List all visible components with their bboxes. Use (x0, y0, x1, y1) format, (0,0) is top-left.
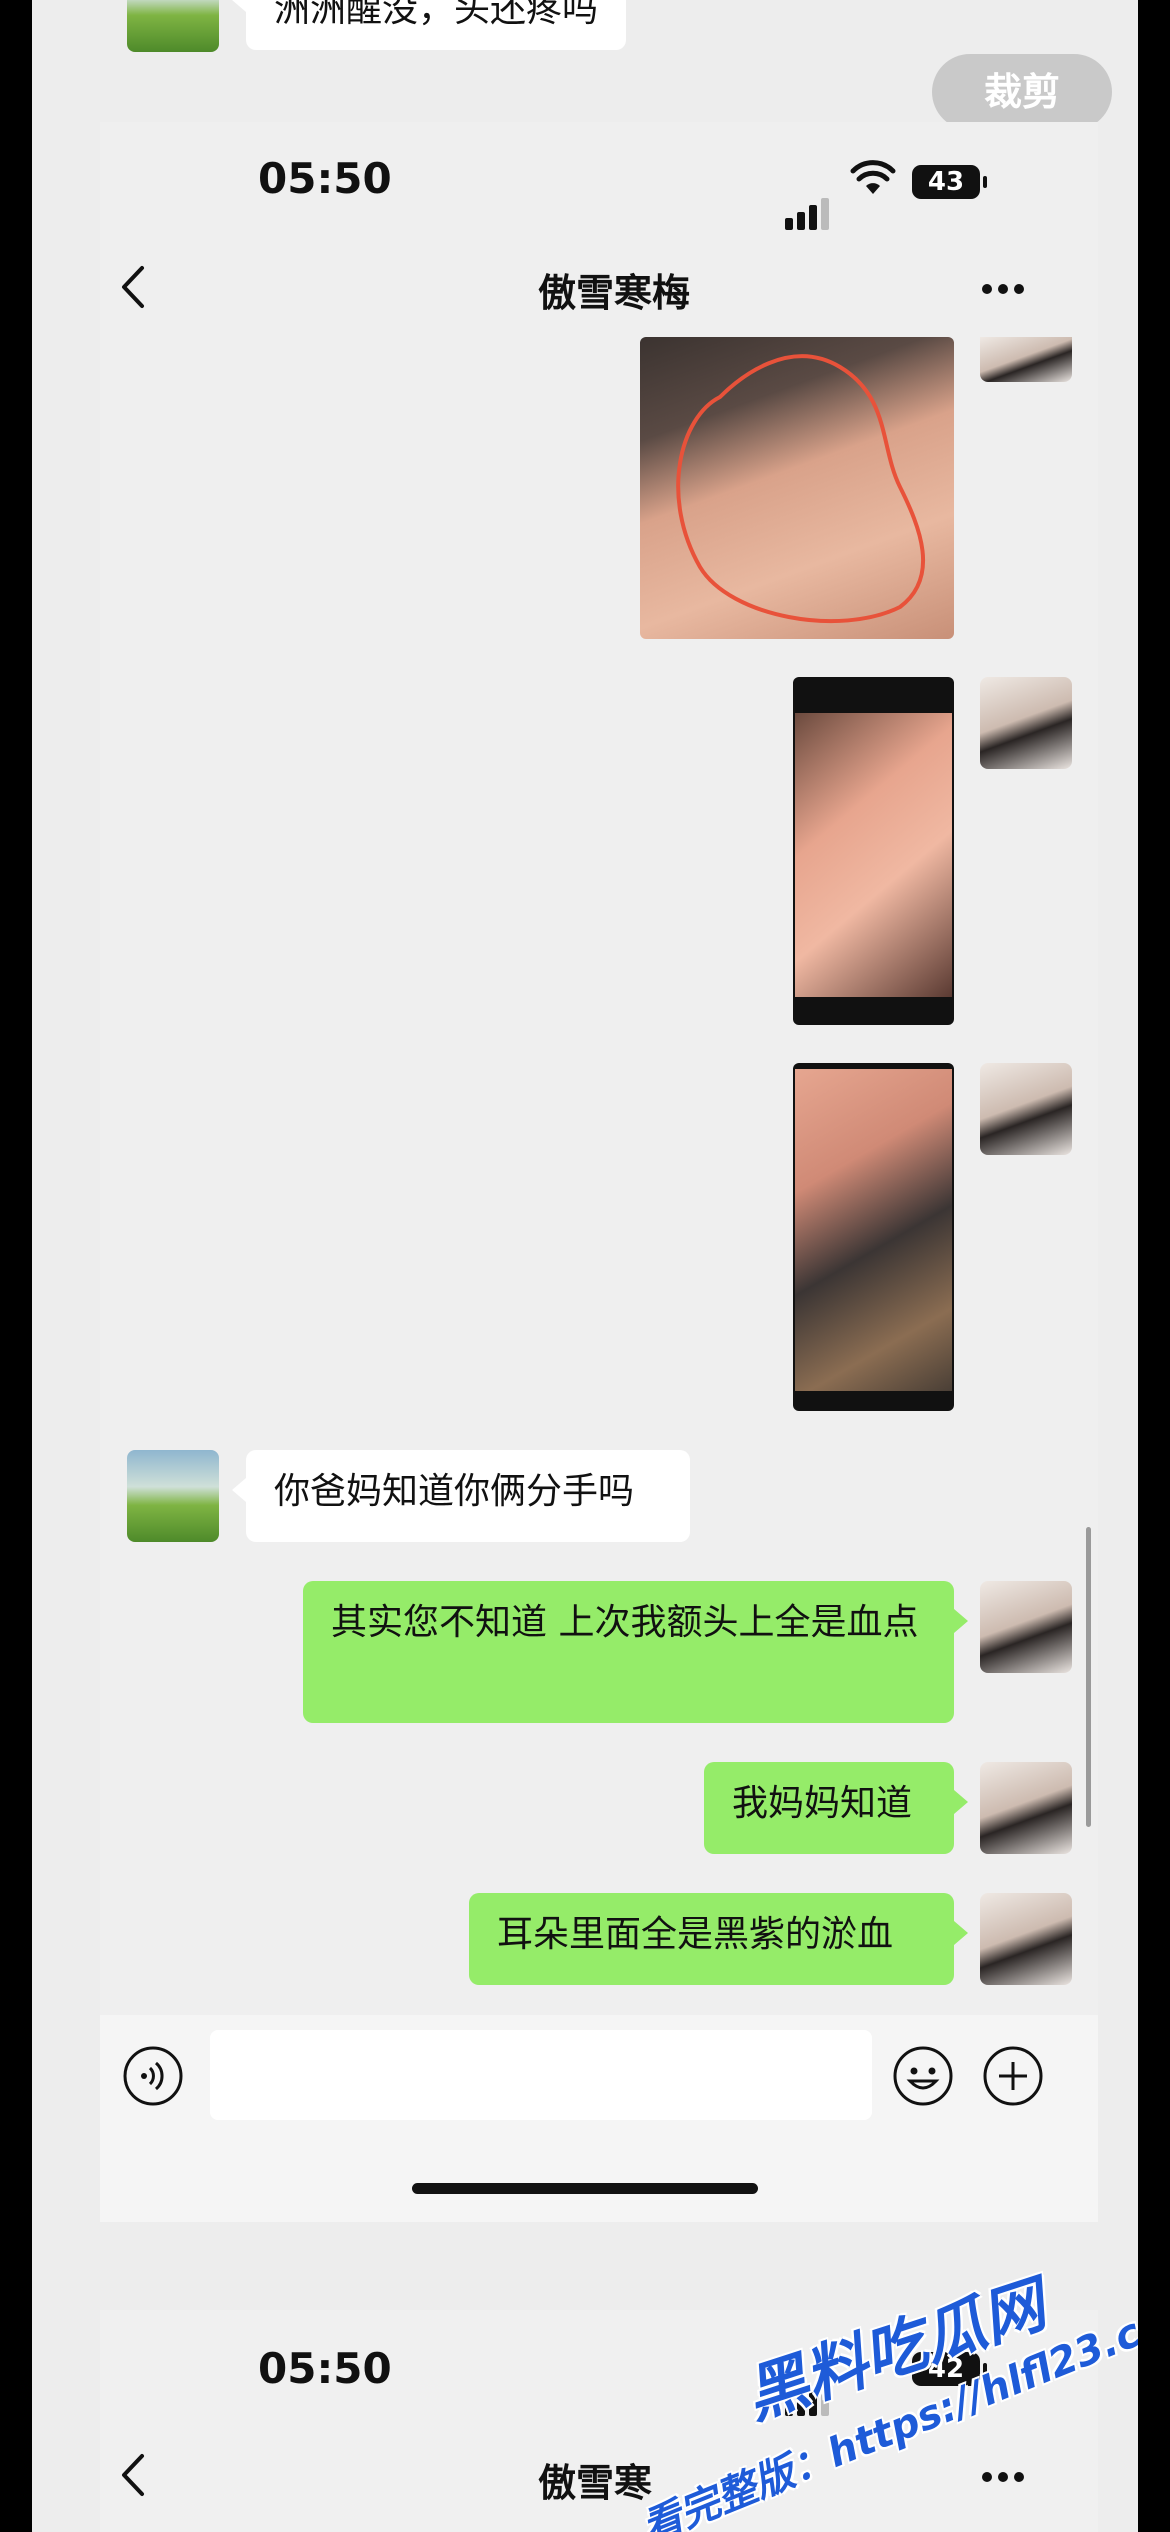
more-icon[interactable] (980, 282, 1026, 296)
message-bubble-outgoing: 我妈妈知道 (704, 1762, 968, 1854)
my-avatar[interactable] (980, 337, 1072, 382)
chat-title: 傲雪寒梅 (538, 271, 691, 315)
message-bubble-outgoing: 其实您不知道 上次我额头上全是血点 (303, 1581, 968, 1723)
scrollbar[interactable] (1086, 1527, 1091, 1827)
battery-indicator: 43 (912, 165, 987, 199)
message-text: 其实您不知道 上次我额头上全是血点 (331, 1602, 919, 1643)
input-toolbar (100, 2015, 1098, 2222)
my-avatar[interactable] (980, 1581, 1072, 1673)
message-text: 洲洲醒没，头还疼吗 (274, 0, 599, 30)
message-bubble-outgoing: 耳朵里面全是黑紫的淤血 (469, 1893, 968, 1985)
wifi-icon (850, 160, 896, 194)
back-icon[interactable] (114, 2452, 154, 2498)
message-input[interactable] (210, 2030, 872, 2120)
screenshot-frame: 洲洲醒没，头还疼吗 裁剪 05:50 43 傲雪寒梅 你爸妈知道你俩分手吗 其实… (32, 0, 1138, 2532)
crop-button[interactable]: 裁剪 (932, 54, 1112, 130)
back-icon[interactable] (114, 264, 154, 310)
status-time: 05:50 (258, 154, 392, 203)
message-bubble-partial: 洲洲醒没，头还疼吗 (231, 0, 627, 50)
my-avatar[interactable] (980, 1063, 1072, 1155)
message-text: 我妈妈知道 (732, 1783, 913, 1824)
voice-icon[interactable] (122, 2045, 184, 2107)
message-text: 耳朵里面全是黑紫的淤血 (497, 1914, 894, 1955)
status-time: 05:50 (258, 2344, 392, 2393)
more-icon[interactable] (980, 2470, 1026, 2484)
forehead-photo[interactable] (640, 337, 954, 639)
message-text: 你爸妈知道你俩分手吗 (274, 1471, 635, 1512)
emoji-icon[interactable] (892, 2045, 954, 2107)
ear-photo-2[interactable] (793, 1063, 954, 1411)
home-indicator (412, 2183, 758, 2194)
my-avatar[interactable] (980, 1893, 1072, 1985)
contact-avatar[interactable] (127, 1450, 219, 1542)
plus-icon[interactable] (982, 2045, 1044, 2107)
signal-icon (785, 196, 835, 230)
my-avatar[interactable] (980, 677, 1072, 769)
message-bubble-incoming: 你爸妈知道你俩分手吗 (232, 1450, 690, 1542)
contact-avatar[interactable] (127, 0, 219, 52)
my-avatar[interactable] (980, 1762, 1072, 1854)
ear-photo-1[interactable] (793, 677, 954, 1025)
inner-chat-screen: 05:50 43 傲雪寒梅 你爸妈知道你俩分手吗 其实您不知道 上次我额头上全是… (100, 122, 1098, 2222)
